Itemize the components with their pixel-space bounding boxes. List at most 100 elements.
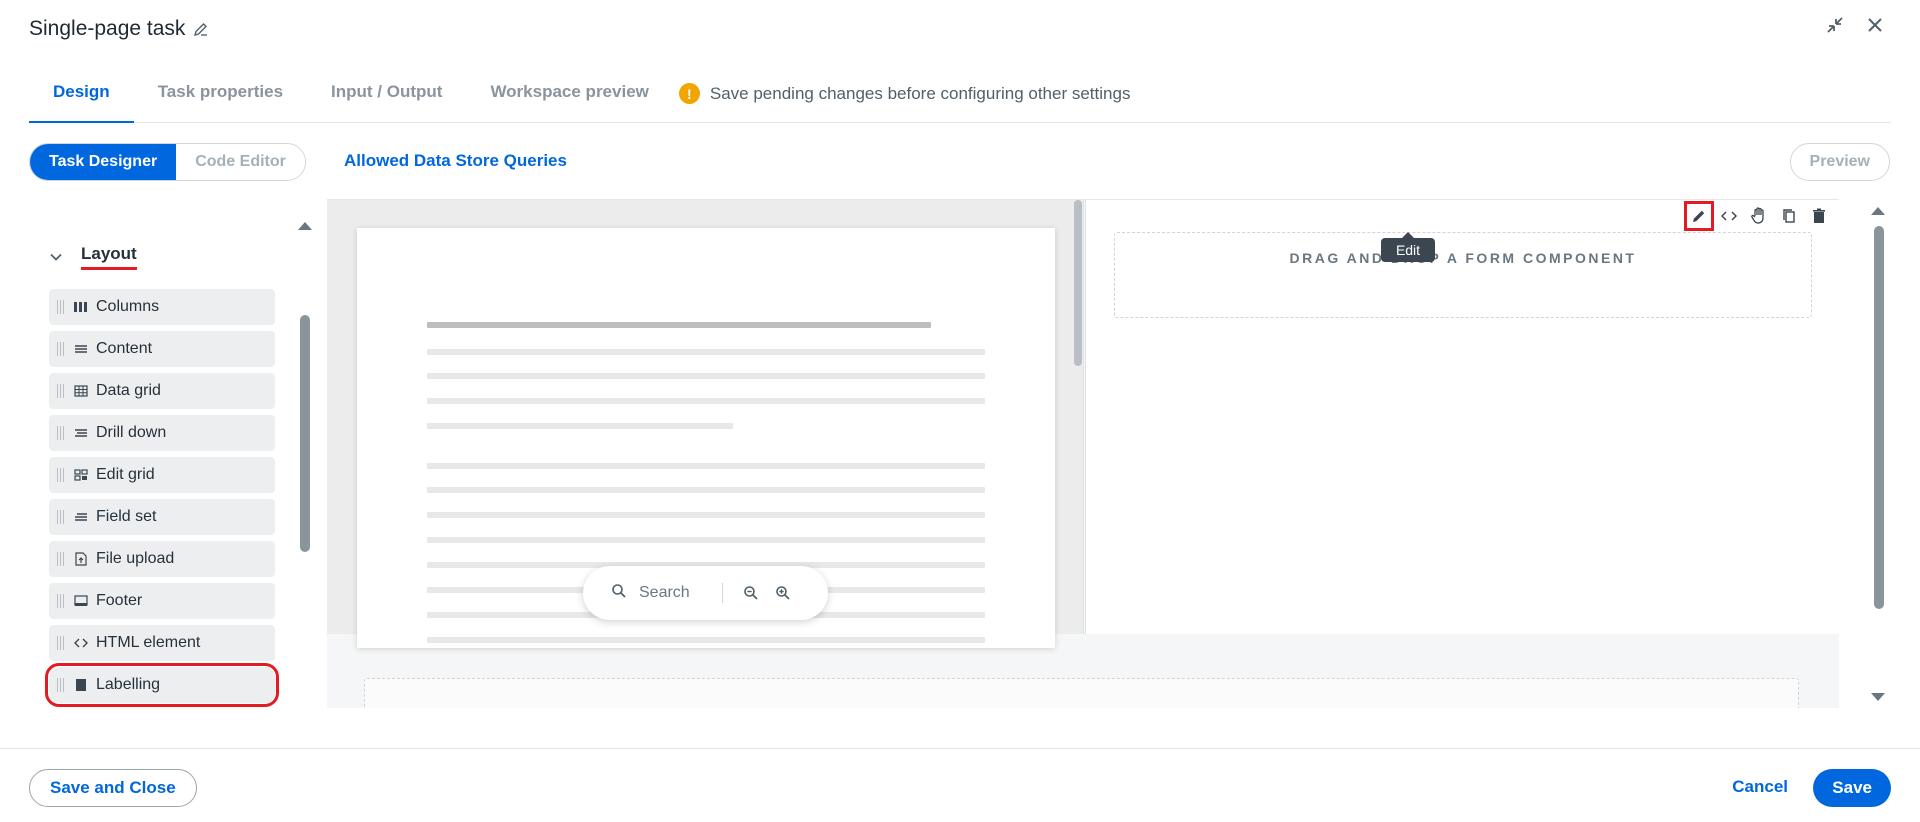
warning-icon: ! [678, 83, 700, 104]
preview-button[interactable]: Preview [1789, 143, 1890, 181]
layout-section-label: Layout [81, 244, 137, 270]
component-labelling[interactable]: Labelling [45, 663, 279, 707]
zoom-out-icon[interactable] [741, 583, 761, 603]
pending-changes-notice: ! Save pending changes before configurin… [678, 70, 1131, 104]
component-palette: Layout Columns Content Data grid Drill d… [29, 200, 317, 708]
canvas-scroll-up[interactable] [1871, 207, 1885, 215]
pending-changes-text: Save pending changes before configuring … [709, 83, 1131, 103]
component-columns[interactable]: Columns [49, 289, 275, 325]
edit-tooltip: Edit [1381, 232, 1435, 262]
form-column: DRAG AND DROP A FORM COMPONENT [1085, 200, 1839, 634]
document-text-line [427, 373, 985, 379]
canvas-scroll-down[interactable] [1871, 693, 1885, 701]
document-scrollbar[interactable] [1074, 200, 1082, 366]
drag-handle-icon[interactable] [57, 384, 67, 398]
field-set-icon [73, 510, 89, 524]
layout-section-header[interactable]: Layout [47, 244, 137, 270]
code-icon[interactable] [1716, 203, 1742, 229]
palette-scroll-up[interactable] [298, 222, 312, 230]
document-text-line [427, 423, 733, 429]
document-text-line [427, 537, 985, 543]
document-heading-line [427, 322, 931, 328]
close-icon[interactable] [1864, 14, 1886, 36]
component-html-element[interactable]: HTML element [49, 625, 275, 661]
drag-handle-icon[interactable] [57, 678, 67, 692]
data-grid-icon [73, 384, 89, 398]
component-file-upload[interactable]: File upload [49, 541, 275, 577]
move-hand-icon[interactable] [1746, 203, 1772, 229]
document-text-line [427, 349, 985, 355]
component-label: Content [96, 340, 153, 357]
form-drop-zone[interactable]: DRAG AND DROP A FORM COMPONENT [1114, 232, 1812, 318]
file-upload-icon [73, 552, 89, 566]
html-element-icon [73, 636, 89, 650]
tab-bar: Design Task properties Input / Output Wo… [29, 70, 1891, 123]
drag-handle-icon[interactable] [57, 342, 67, 356]
divider [721, 583, 723, 603]
component-label: Drill down [96, 424, 167, 441]
window-controls [1824, 14, 1886, 36]
drag-handle-icon[interactable] [57, 594, 67, 608]
component-label: Edit grid [96, 466, 155, 483]
document-text-line [427, 463, 985, 469]
header: Single-page task [29, 14, 209, 44]
palette-scrollbar[interactable] [300, 315, 310, 552]
code-editor-button[interactable]: Code Editor [176, 144, 305, 180]
component-toolbar [1678, 200, 1839, 232]
document-text-line [427, 637, 985, 643]
canvas-scrollbar[interactable] [1874, 226, 1884, 609]
component-footer[interactable]: Footer [49, 583, 275, 619]
component-field-set[interactable]: Field set [49, 499, 275, 535]
drag-handle-icon[interactable] [57, 552, 67, 566]
drag-handle-icon[interactable] [57, 426, 67, 440]
trash-icon[interactable] [1806, 203, 1832, 229]
tab-workspace-preview[interactable]: Workspace preview [466, 70, 672, 123]
drag-handle-icon[interactable] [57, 510, 67, 524]
editor-mode-toggle: Task Designer Code Editor [29, 143, 306, 181]
form-drop-zone-bottom[interactable]: DRAG AND DROP A FORM COMPONENT [364, 678, 1799, 708]
component-label: Footer [96, 592, 143, 609]
component-label: Field set [96, 508, 157, 525]
task-designer-button[interactable]: Task Designer [30, 144, 177, 180]
columns-icon [73, 300, 89, 314]
drag-handle-icon[interactable] [57, 636, 67, 650]
content-icon [73, 342, 89, 356]
cancel-button[interactable]: Cancel [1732, 777, 1788, 797]
document-search-bar: Search [583, 566, 828, 620]
drop-zone-label: DRAG AND DROP A FORM COMPONENT [1289, 250, 1637, 266]
drag-handle-icon[interactable] [57, 300, 67, 314]
tab-task-properties[interactable]: Task properties [134, 70, 307, 123]
pencil-icon[interactable] [193, 21, 209, 37]
document-text-line [427, 512, 985, 518]
drop-zone-label: DRAG AND DROP A FORM COMPONENT [908, 705, 1255, 708]
page-title: Single-page task [29, 17, 186, 40]
chevron-down-icon[interactable] [47, 248, 65, 266]
drill-down-icon [73, 426, 89, 440]
save-button[interactable]: Save [1813, 769, 1891, 807]
edit-pencil-icon[interactable] [1684, 201, 1714, 231]
footer-bar: Save and Close Cancel Save [0, 748, 1920, 822]
component-label: HTML element [96, 634, 201, 651]
zoom-in-icon[interactable] [773, 583, 793, 603]
document-text-line [427, 487, 985, 493]
component-drill-down[interactable]: Drill down [49, 415, 275, 451]
component-label: Columns [96, 298, 160, 315]
tab-input-output[interactable]: Input / Output [307, 70, 466, 123]
component-data-grid[interactable]: Data grid [49, 373, 275, 409]
drag-handle-icon[interactable] [57, 468, 67, 482]
tab-design[interactable]: Design [29, 70, 134, 123]
component-label: Data grid [96, 382, 161, 399]
collapse-icon[interactable] [1824, 14, 1846, 36]
document-viewer: Search [327, 200, 1084, 648]
labelling-icon [73, 678, 89, 692]
copy-icon[interactable] [1776, 203, 1802, 229]
component-edit-grid[interactable]: Edit grid [49, 457, 275, 493]
component-list: Columns Content Data grid Drill down Edi… [45, 289, 279, 708]
document-search-input[interactable]: Search [639, 584, 690, 602]
footer-icon [73, 594, 89, 608]
save-and-close-button[interactable]: Save and Close [29, 769, 197, 807]
allowed-data-store-queries-link[interactable]: Allowed Data Store Queries [344, 151, 567, 171]
search-icon[interactable] [611, 583, 627, 604]
component-label: File upload [96, 550, 175, 567]
component-content[interactable]: Content [49, 331, 275, 367]
